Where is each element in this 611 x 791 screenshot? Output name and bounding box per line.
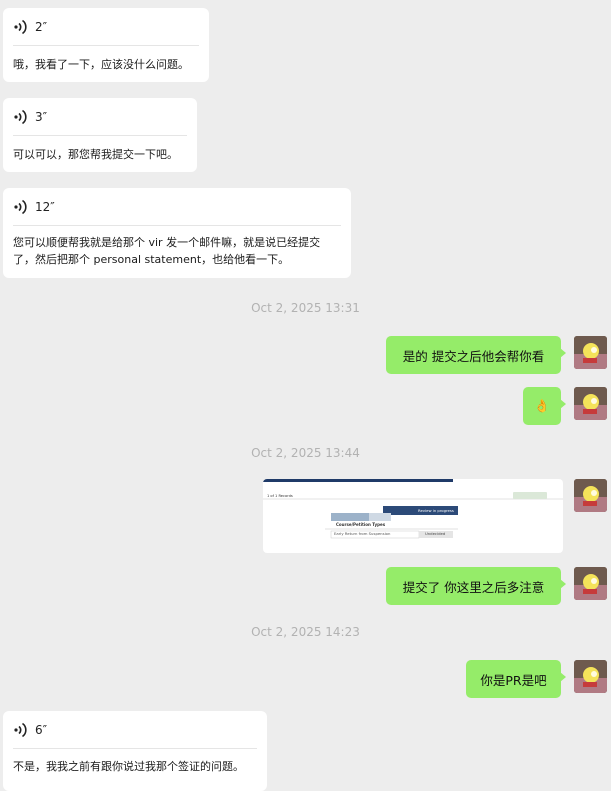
voice-wave-icon <box>14 722 27 738</box>
outgoing-message-bubble[interactable]: 是的 提交之后他会帮你看 <box>386 336 566 374</box>
voice-wave-icon <box>14 109 27 125</box>
chat-area: 2″ 哦，我看了一下，应该没什么问题。 3″ 可以可以，那您帮我提交一下吧。 1… <box>0 0 611 791</box>
user-avatar[interactable] <box>574 479 607 512</box>
user-avatar[interactable] <box>574 336 607 369</box>
voice-message-bubble[interactable]: 3″ 可以可以，那您帮我提交一下吧。 <box>3 98 197 172</box>
divider <box>13 45 199 46</box>
voice-wave-icon <box>14 199 27 215</box>
screenshot-thumbnail <box>263 479 563 553</box>
avatar-image <box>574 479 607 512</box>
image-row-status: Undecided <box>425 531 446 536</box>
image-records-count: 1 of 1 Records <box>267 494 293 498</box>
user-avatar[interactable] <box>574 387 607 420</box>
voice-transcript: 不是，我我之前有跟你说过我那个签证的问题。 <box>13 760 244 773</box>
voice-transcript: 可以可以，那您帮我提交一下吧。 <box>13 148 178 161</box>
message-timestamp: Oct 2, 2025 14:23 <box>251 625 360 639</box>
avatar-image <box>574 567 607 600</box>
outgoing-message-bubble[interactable]: 👌 <box>523 387 566 425</box>
divider <box>13 225 341 226</box>
avatar-image <box>574 660 607 693</box>
image-status-label: Review in progress <box>418 508 454 513</box>
voice-duration: 3″ <box>35 110 48 124</box>
voice-transcript: 您可以顺便帮我就是给那个 vir 发一个邮件嘛，就是说已经提交 了，然后把那个 … <box>13 236 321 266</box>
divider <box>13 748 257 749</box>
voice-player[interactable]: 12″ <box>13 198 55 216</box>
user-avatar[interactable] <box>574 660 607 693</box>
message-text: 你是PR是吧 <box>480 672 547 688</box>
voice-duration: 2″ <box>35 20 48 34</box>
voice-message-bubble[interactable]: 12″ 您可以顺便帮我就是给那个 vir 发一个邮件嘛，就是说已经提交 了，然后… <box>3 188 351 278</box>
voice-player[interactable]: 3″ <box>13 108 47 126</box>
message-text: 是的 提交之后他会帮你看 <box>402 348 545 364</box>
message-timestamp: Oct 2, 2025 13:31 <box>251 301 360 315</box>
voice-wave-icon <box>14 19 27 35</box>
outgoing-message-bubble[interactable]: 你是PR是吧 <box>466 660 566 698</box>
voice-transcript: 哦，我看了一下，应该没什么问题。 <box>13 58 189 71</box>
message-text: 提交了 你这里之后多注意 <box>402 579 545 595</box>
outgoing-message-bubble[interactable]: 提交了 你这里之后多注意 <box>386 567 566 605</box>
divider <box>13 135 187 136</box>
avatar-image <box>574 336 607 369</box>
image-row-label: Early Return from Suspension <box>334 531 391 536</box>
voice-player[interactable]: 2″ <box>13 18 47 36</box>
message-text: 👌 <box>534 398 550 413</box>
message-timestamp: Oct 2, 2025 13:44 <box>251 446 360 460</box>
voice-duration: 12″ <box>35 200 55 214</box>
avatar-image <box>574 387 607 420</box>
image-message[interactable]: 1 of 1 Records Review in progress Course… <box>263 479 563 553</box>
voice-message-bubble[interactable]: 6″ 不是，我我之前有跟你说过我那个签证的问题。 <box>3 711 267 791</box>
user-avatar[interactable] <box>574 567 607 600</box>
voice-message-bubble[interactable]: 2″ 哦，我看了一下，应该没什么问题。 <box>3 8 209 82</box>
image-section-title: Course/Petition Types <box>336 522 386 527</box>
voice-player[interactable]: 6″ <box>13 721 47 739</box>
voice-duration: 6″ <box>35 723 48 737</box>
